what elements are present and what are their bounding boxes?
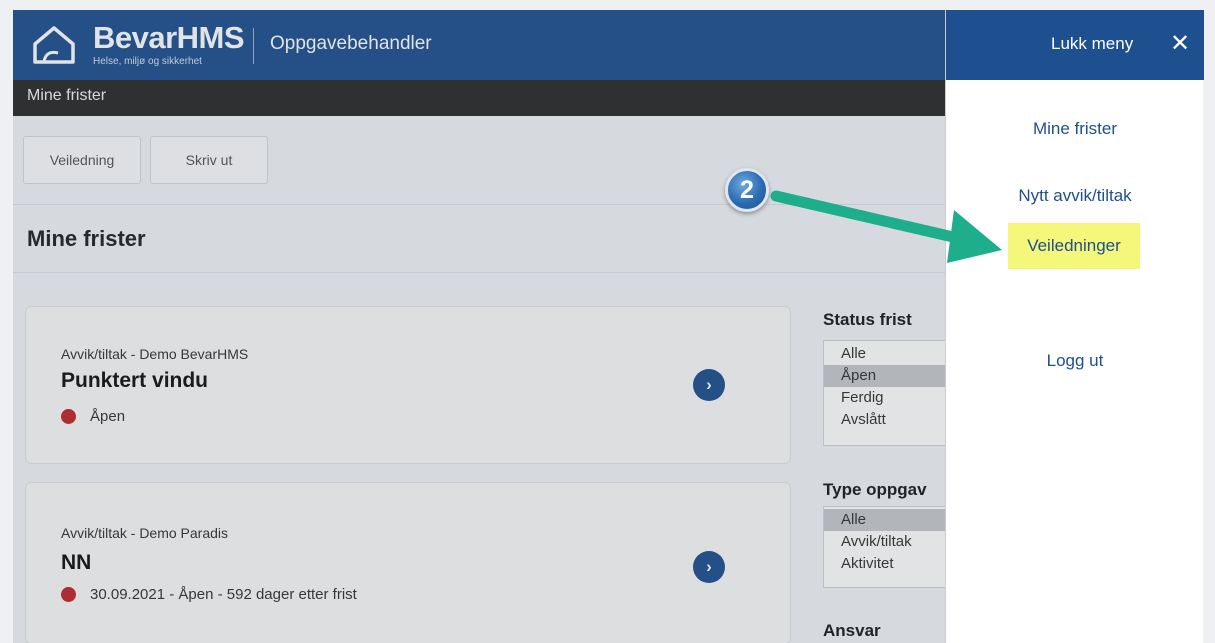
- status-option-done[interactable]: Ferdig: [824, 387, 952, 409]
- print-button[interactable]: Skriv ut: [150, 136, 268, 184]
- status-option-all[interactable]: Alle: [824, 343, 952, 365]
- type-filter-label: Type oppgav: [823, 480, 927, 499]
- subbar-title: Mine frister: [27, 87, 107, 104]
- close-icon[interactable]: ✕: [1170, 32, 1190, 56]
- pointer-arrow-icon: [770, 190, 1002, 263]
- status-dot: [61, 587, 76, 602]
- app-header: BevarHMS Helse, miljø og sikkerhet Oppga…: [13, 10, 945, 80]
- house-logo-icon[interactable]: [31, 22, 77, 68]
- guide-button[interactable]: Veiledning: [23, 136, 141, 184]
- task-status-text: 30.09.2021 - Åpen - 592 dager etter fris…: [90, 586, 357, 603]
- status-dot: [61, 409, 76, 424]
- type-filter-list[interactable]: Alle Avvik/tiltak Aktivitet: [823, 506, 953, 588]
- step-number-badge: 2: [725, 168, 769, 212]
- menu-item-guides[interactable]: Veiledninger: [1008, 223, 1140, 269]
- type-option-deviation[interactable]: Avvik/tiltak: [824, 531, 952, 553]
- app-name: Oppgavebehandler: [270, 33, 432, 54]
- menu-item-my-deadlines[interactable]: Mine frister: [946, 119, 1204, 139]
- task-source: Avvik/tiltak - Demo BevarHMS: [61, 346, 249, 362]
- type-option-all[interactable]: Alle: [824, 509, 952, 531]
- page-title: Mine frister: [27, 226, 146, 251]
- status-filter-label: Status frist: [823, 310, 912, 329]
- task-status: 30.09.2021 - Åpen - 592 dager etter fris…: [61, 586, 357, 603]
- type-option-activity[interactable]: Aktivitet: [824, 553, 952, 575]
- header-divider: [253, 28, 254, 64]
- status-option-rejected[interactable]: Avslått: [824, 409, 952, 431]
- status-filter-list[interactable]: Alle Åpen Ferdig Avslått: [823, 340, 953, 446]
- brand-name: BevarHMS: [93, 20, 245, 55]
- side-menu-header[interactable]: Lukk meny ✕: [946, 10, 1204, 80]
- side-menu: Lukk meny ✕ Mine frister Nytt avvik/tilt…: [945, 10, 1204, 643]
- task-title: NN: [61, 551, 92, 574]
- task-title: Punktert vindu: [61, 369, 209, 392]
- sub-header-bar: Mine frister: [13, 80, 945, 116]
- task-source: Avvik/tiltak - Demo Paradis: [61, 525, 229, 541]
- task-status-text: Åpen: [90, 408, 126, 425]
- task-card[interactable]: Avvik/tiltak - Demo BevarHMS Punktert vi…: [25, 306, 791, 464]
- task-status: Åpen: [61, 408, 125, 425]
- divider: [13, 272, 945, 273]
- task-card[interactable]: Avvik/tiltak - Demo Paradis NN 30.09.202…: [25, 482, 791, 643]
- menu-item-logout[interactable]: Logg ut: [946, 351, 1204, 371]
- chevron-right-icon[interactable]: ›: [693, 551, 725, 583]
- status-option-open[interactable]: Åpen: [824, 365, 952, 387]
- chevron-right-icon[interactable]: ›: [693, 369, 725, 401]
- responsibility-filter-label: Ansvar: [823, 621, 881, 640]
- close-menu-label[interactable]: Lukk meny: [1051, 34, 1133, 54]
- brand-tagline: Helse, miljø og sikkerhet: [93, 56, 202, 67]
